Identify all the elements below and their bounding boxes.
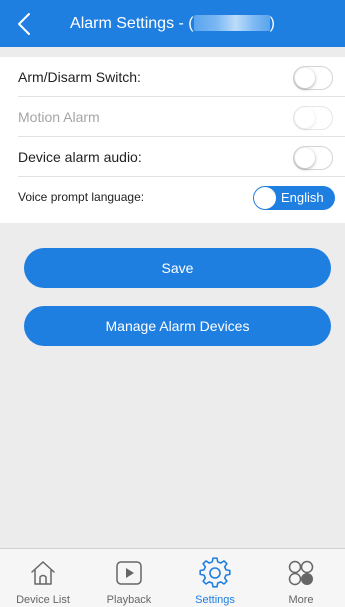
settings-panel: Arm/Disarm Switch: Motion Alarm Device a… [0, 57, 345, 223]
language-value: English [281, 190, 324, 205]
device-audio-toggle[interactable] [293, 146, 333, 170]
tab-playback[interactable]: Playback [86, 549, 172, 607]
toggle-knob [295, 108, 315, 128]
page-title-text: Alarm Settings - ( [70, 15, 194, 32]
language-toggle[interactable]: English [253, 186, 335, 210]
device-audio-label: Device alarm audio: [18, 149, 142, 165]
save-button[interactable]: Save [24, 248, 331, 288]
play-icon [116, 561, 142, 585]
manage-alarm-devices-button[interactable]: Manage Alarm Devices [24, 306, 331, 346]
voice-language-label: Voice prompt language: [18, 190, 145, 204]
page-title-suffix: ) [269, 15, 275, 32]
toggle-knob [254, 187, 276, 209]
tab-device-list[interactable]: Device List [0, 549, 86, 607]
arm-disarm-toggle[interactable] [293, 66, 333, 90]
more-icon [288, 560, 314, 586]
motion-alarm-label: Motion Alarm [18, 109, 100, 125]
tab-more[interactable]: More [258, 549, 344, 607]
motion-alarm-toggle [293, 106, 333, 130]
tab-settings[interactable]: Settings [172, 549, 258, 607]
toggle-knob [295, 68, 315, 88]
arm-disarm-row: Arm/Disarm Switch: [18, 57, 345, 97]
gear-icon [199, 557, 231, 588]
app-screen: Alarm Settings - () Arm/Disarm Switch: M… [0, 0, 345, 607]
page-title: Alarm Settings - () [0, 0, 345, 47]
tab-bar: Device List Playback Settings More [0, 548, 345, 607]
arm-disarm-label: Arm/Disarm Switch: [18, 69, 141, 85]
home-icon [31, 561, 55, 585]
tab-label: More [288, 594, 314, 606]
toggle-knob [295, 148, 315, 168]
tab-label: Settings [195, 594, 235, 606]
redacted-device-name [193, 15, 270, 31]
motion-alarm-row: Motion Alarm [18, 97, 345, 137]
voice-language-row: Voice prompt language: English [18, 177, 345, 217]
tab-label: Playback [106, 594, 152, 606]
header-bar: Alarm Settings - () [0, 0, 345, 47]
tab-label: Device List [16, 594, 70, 606]
device-audio-row: Device alarm audio: [18, 137, 345, 177]
